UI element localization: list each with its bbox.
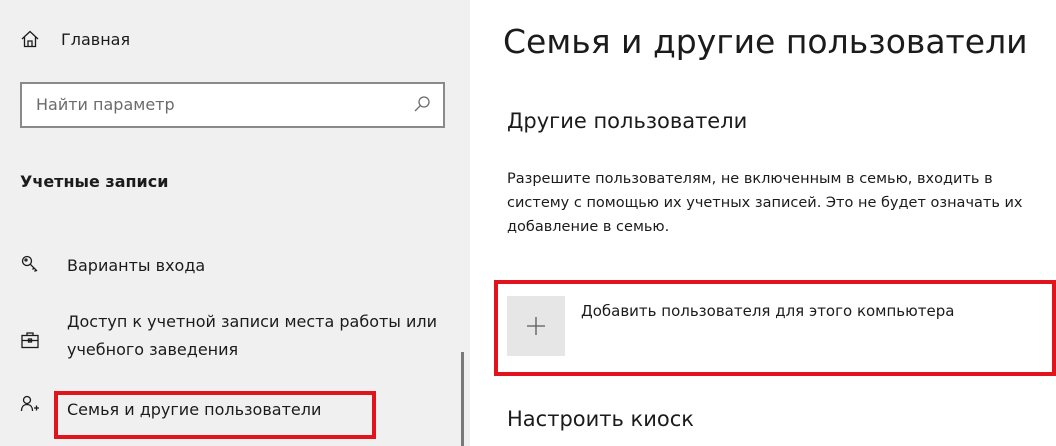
sidebar-item-family-users[interactable]: Семья и другие пользователи [20, 395, 322, 424]
other-users-description: Разрешите пользователям, не включенным в… [507, 171, 1023, 235]
search-placeholder: Найти параметр [36, 95, 175, 114]
add-user-label[interactable]: Добавить пользователя для этого компьюте… [581, 302, 954, 320]
search-icon[interactable] [413, 95, 431, 113]
briefcase-icon [21, 332, 39, 349]
search-input[interactable]: Найти параметр [20, 82, 445, 128]
section-title: Учетные записи [20, 172, 169, 191]
sidebar-home[interactable]: Главная [20, 29, 130, 49]
page-title: Семья и другие пользователи [503, 22, 1028, 61]
person-add-icon [20, 395, 39, 412]
main-content: Семья и другие пользователи Другие польз… [470, 0, 1056, 446]
other-users-heading: Другие пользователи [507, 109, 748, 133]
sidebar-item-label: Доступ к учетной записи места работы или… [67, 312, 438, 359]
home-label: Главная [61, 29, 131, 49]
sidebar-item-label: Варианты входа [67, 256, 206, 275]
key-icon [21, 255, 38, 272]
plus-icon [527, 317, 545, 335]
sidebar-item-sign-in-options[interactable]: Варианты входа [20, 252, 205, 280]
kiosk-heading: Настроить киоск [507, 407, 694, 431]
add-user-button[interactable] [507, 296, 565, 356]
sidebar-scrollbar[interactable] [461, 352, 464, 446]
sidebar: Главная Найти параметр Учетные записи Ва… [0, 0, 470, 446]
home-icon [21, 30, 39, 48]
sidebar-item-work-access[interactable]: Доступ к учетной записи места работы или… [20, 308, 460, 364]
sidebar-item-label: Семья и другие пользователи [67, 400, 322, 419]
